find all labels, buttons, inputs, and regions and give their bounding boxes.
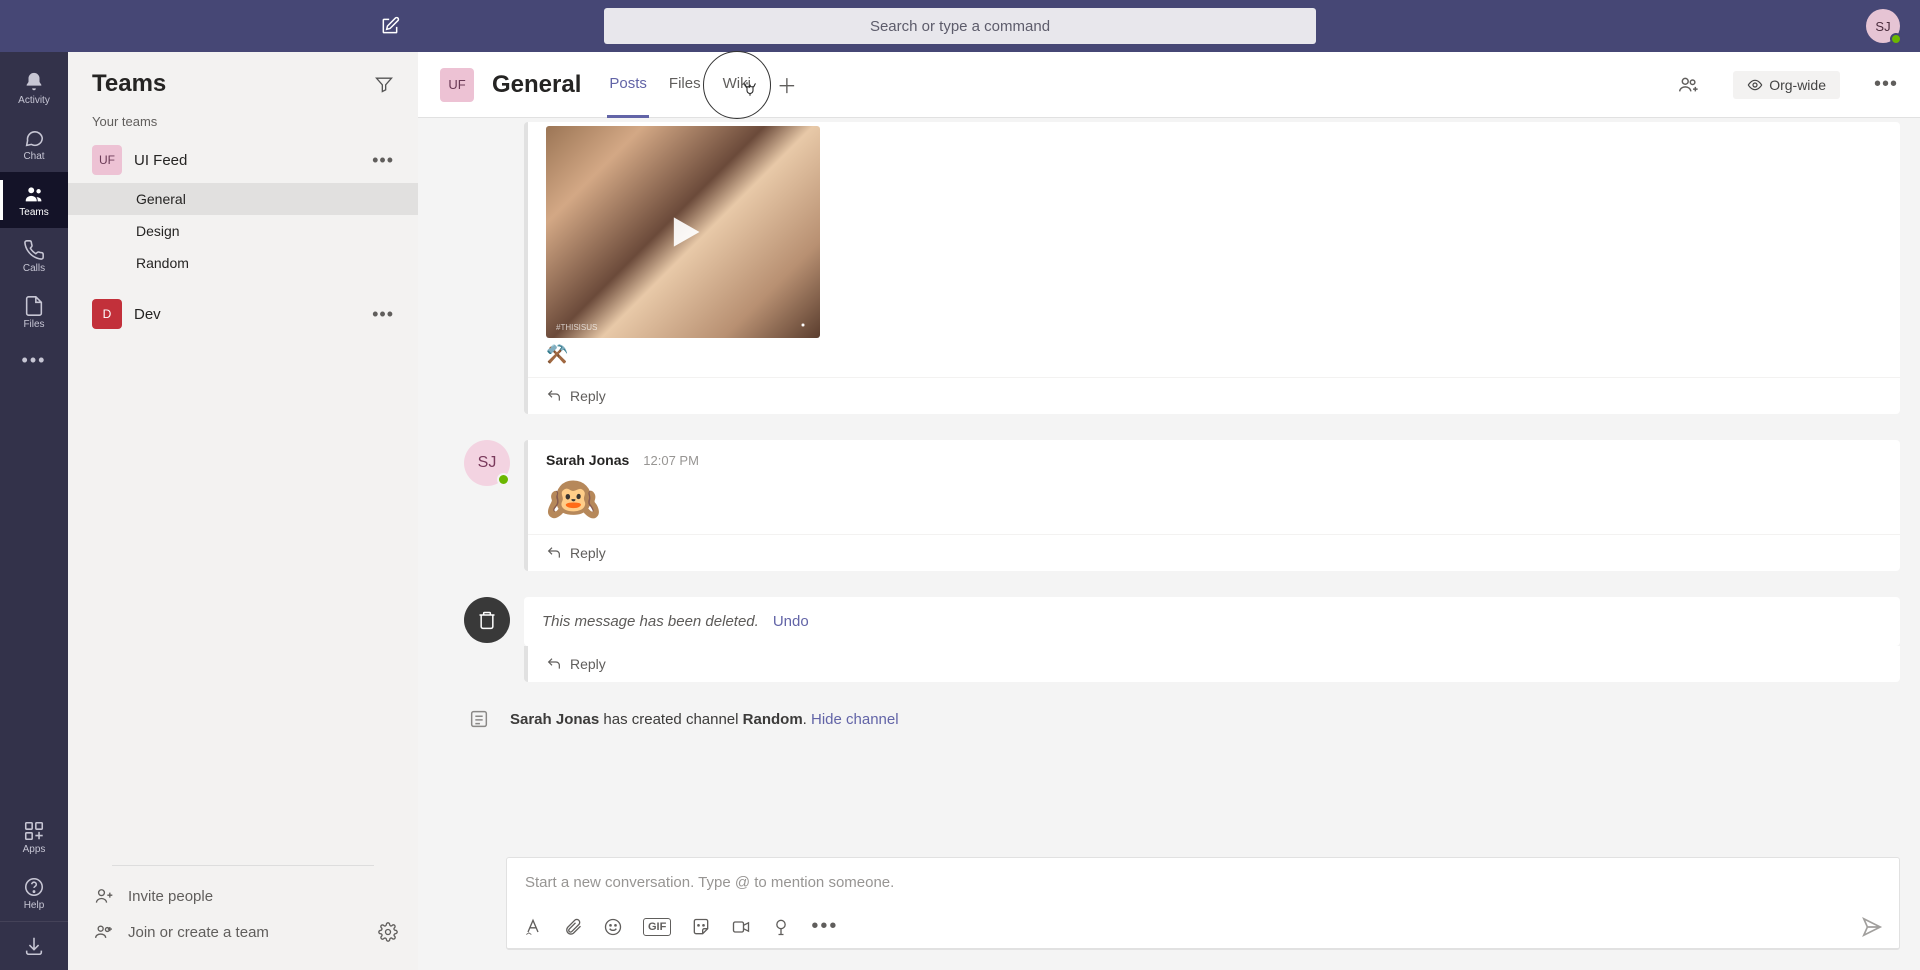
rail-teams[interactable]: Teams: [0, 172, 68, 228]
rail-chat[interactable]: Chat: [0, 116, 68, 172]
stream-icon[interactable]: [771, 917, 791, 937]
sidebar-title: Teams: [92, 70, 166, 98]
main-area: UF General Posts Files Wiki ＋ Org-wide •…: [418, 52, 1920, 970]
message-avatar[interactable]: SJ: [464, 440, 510, 486]
message-card: #THISISUS ⚒️ Reply: [524, 122, 1900, 414]
reply-icon: [546, 388, 562, 404]
play-icon: [661, 210, 705, 254]
watermark: #THISISUS: [556, 323, 597, 332]
rail-more[interactable]: •••: [0, 340, 68, 380]
add-tab-icon[interactable]: ＋: [771, 70, 803, 99]
team-row-ui-feed[interactable]: UF UI Feed •••: [68, 137, 418, 183]
presence-available-icon: [1890, 33, 1902, 45]
members-icon[interactable]: [1677, 74, 1699, 96]
team-name: Dev: [134, 306, 161, 323]
reply-icon: [546, 656, 562, 672]
invite-icon: [92, 886, 116, 906]
tab-posts[interactable]: Posts: [607, 52, 649, 118]
channel-badge: UF: [440, 68, 474, 102]
deleted-message: This message has been deleted. Undo: [524, 597, 1900, 646]
team-name: UI Feed: [134, 152, 187, 169]
channel-general[interactable]: General: [68, 183, 418, 215]
message-time: 12:07 PM: [643, 453, 699, 468]
presence-available-icon: [497, 473, 510, 486]
new-message-icon[interactable]: [380, 16, 400, 36]
tab-files[interactable]: Files: [667, 52, 703, 118]
search-input[interactable]: Search or type a command: [604, 8, 1316, 44]
rail-help[interactable]: Help: [0, 865, 68, 921]
sidebar-subheading: Your teams: [68, 106, 418, 137]
emoji: 🙉: [546, 475, 601, 524]
compose-more-icon[interactable]: •••: [811, 915, 838, 938]
hide-channel-link[interactable]: Hide channel: [811, 711, 899, 728]
team-more-icon[interactable]: •••: [372, 304, 394, 325]
reply-icon: [546, 545, 562, 561]
invite-people-link[interactable]: Invite people: [88, 878, 398, 914]
message-list: #THISISUS ⚒️ Reply SJ Sarah Jonas: [418, 118, 1920, 853]
undo-link[interactable]: Undo: [773, 613, 809, 630]
tab-wiki[interactable]: Wiki: [721, 52, 753, 118]
rail-apps[interactable]: Apps: [0, 809, 68, 865]
meet-now-icon[interactable]: [731, 917, 751, 937]
emoji-icon[interactable]: [603, 917, 623, 937]
channel-random[interactable]: Random: [68, 247, 418, 279]
reply-button[interactable]: Reply: [528, 534, 1900, 571]
compose-area: Start a new conversation. Type @ to ment…: [506, 857, 1900, 950]
attach-icon[interactable]: [563, 917, 583, 937]
channel-created-icon: [468, 708, 496, 730]
user-avatar[interactable]: SJ: [1866, 9, 1900, 43]
message-author: Sarah Jonas: [546, 452, 629, 468]
compose-input[interactable]: Start a new conversation. Type @ to ment…: [507, 858, 1899, 907]
privacy-indicator[interactable]: Org-wide: [1733, 71, 1840, 99]
teams-sidebar: Teams Your teams UF UI Feed ••• General …: [68, 52, 418, 970]
reaction[interactable]: ⚒️: [546, 344, 1882, 365]
system-message: Sarah Jonas has created channel Random. …: [464, 694, 1900, 744]
trash-icon: [477, 610, 497, 630]
settings-icon[interactable]: [378, 922, 398, 942]
team-row-dev[interactable]: D Dev •••: [68, 291, 418, 337]
rail-calls[interactable]: Calls: [0, 228, 68, 284]
channel-title: General: [492, 71, 581, 99]
network-logo-icon: [794, 318, 812, 332]
team-badge: D: [92, 299, 122, 329]
channel-design[interactable]: Design: [68, 215, 418, 247]
reply-button[interactable]: Reply: [528, 377, 1900, 414]
deleted-avatar: [464, 597, 510, 643]
rail-files[interactable]: Files: [0, 284, 68, 340]
channel-more-icon[interactable]: •••: [1874, 73, 1898, 96]
gif-icon[interactable]: GIF: [643, 918, 671, 936]
app-rail: Activity Chat Teams Calls Files ••• Apps…: [0, 52, 68, 970]
sticker-icon[interactable]: [691, 917, 711, 937]
join-team-icon: [92, 922, 116, 942]
team-badge: UF: [92, 145, 122, 175]
rail-download[interactable]: [0, 922, 68, 970]
deleted-text: This message has been deleted.: [542, 613, 759, 630]
team-more-icon[interactable]: •••: [372, 150, 394, 171]
title-bar: Search or type a command SJ: [0, 0, 1920, 52]
reply-button[interactable]: Reply: [528, 646, 1900, 682]
message-card: Sarah Jonas 12:07 PM 🙉 Reply: [524, 440, 1900, 571]
send-icon[interactable]: [1861, 916, 1883, 938]
filter-icon[interactable]: [374, 74, 394, 94]
channel-header: UF General Posts Files Wiki ＋ Org-wide •…: [418, 52, 1920, 118]
format-icon[interactable]: [523, 917, 543, 937]
video-thumbnail[interactable]: #THISISUS: [546, 126, 820, 338]
rail-activity[interactable]: Activity: [0, 60, 68, 116]
join-create-team-link[interactable]: Join or create a team: [88, 914, 273, 950]
